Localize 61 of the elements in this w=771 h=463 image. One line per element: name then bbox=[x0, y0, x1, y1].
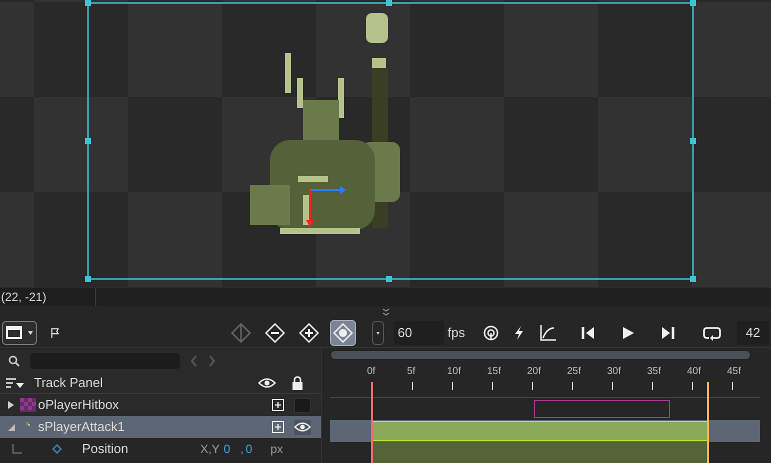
add-box-icon bbox=[272, 421, 284, 433]
unit-label: px bbox=[270, 441, 283, 458]
end-marker-line[interactable] bbox=[707, 382, 709, 463]
view-mode-button[interactable] bbox=[2, 320, 37, 344]
add-box-icon bbox=[272, 399, 284, 411]
tree-connector-icon bbox=[12, 444, 22, 454]
y-value[interactable]: 0 bbox=[246, 440, 252, 458]
fps-field[interactable]: 60 bbox=[394, 320, 444, 344]
skip-end-icon[interactable] bbox=[661, 326, 675, 340]
add-keyframe-icon bbox=[298, 322, 320, 344]
property-name: Position bbox=[82, 440, 128, 458]
eye-icon bbox=[294, 421, 311, 433]
track-name: oPlayerHitbox bbox=[38, 396, 119, 414]
eye-icon bbox=[258, 376, 276, 388]
ruler-label: 35f bbox=[647, 365, 661, 379]
value-separator: , bbox=[240, 441, 244, 458]
ruler-label: 25f bbox=[567, 365, 581, 379]
ruler-label: 10f bbox=[447, 365, 461, 379]
sort-icon[interactable] bbox=[6, 376, 24, 388]
sprite-thumbnail-icon bbox=[26, 422, 30, 426]
ruler-label: 5f bbox=[407, 365, 416, 379]
record-keyframe-button[interactable] bbox=[330, 320, 356, 346]
transform-gizmo-icon[interactable] bbox=[306, 186, 346, 227]
record-keyframe-icon bbox=[332, 322, 354, 344]
skip-start-icon[interactable] bbox=[581, 326, 595, 340]
x-value[interactable]: 0 bbox=[224, 440, 230, 458]
ruler-label: 0f bbox=[367, 365, 376, 379]
caret-icon bbox=[28, 330, 33, 334]
ruler-label: 40f bbox=[687, 365, 701, 379]
remove-keyframe-icon bbox=[264, 322, 286, 344]
visibility-toggle[interactable] bbox=[294, 398, 311, 412]
frame-count-field[interactable]: 42 bbox=[737, 320, 769, 344]
axes-label: X,Y bbox=[200, 441, 220, 458]
timeline-scrollbar[interactable] bbox=[330, 350, 751, 360]
fps-label: fps bbox=[448, 324, 465, 342]
checker-swatch-icon bbox=[20, 398, 36, 412]
expand-triangle-icon[interactable] bbox=[6, 400, 16, 410]
visibility-toggle[interactable] bbox=[294, 420, 311, 434]
curve-icon[interactable] bbox=[539, 324, 557, 342]
ruler-label: 15f bbox=[487, 365, 501, 379]
selection-frame[interactable] bbox=[85, 0, 696, 282]
sprite-clip[interactable] bbox=[372, 421, 708, 441]
ruler-label: 45f bbox=[727, 365, 741, 379]
track-name: sPlayerAttack1 bbox=[38, 418, 125, 436]
ruler-label: 30f bbox=[607, 365, 621, 379]
search-icon bbox=[8, 355, 20, 367]
broadcast-icon[interactable] bbox=[483, 324, 499, 340]
split-keyframe-icon bbox=[230, 322, 252, 344]
clip-outline[interactable] bbox=[534, 400, 670, 418]
diamond-icon bbox=[52, 444, 62, 454]
ruler-label: 20f bbox=[527, 365, 541, 379]
lock-icon[interactable] bbox=[292, 376, 303, 390]
track-row[interactable]: oPlayerHitbox bbox=[0, 394, 321, 416]
track-row[interactable]: sPlayerAttack1 bbox=[0, 416, 321, 438]
play-icon[interactable] bbox=[621, 326, 635, 340]
track-panel-title: Track Panel bbox=[34, 374, 103, 392]
cursor-coordinates: (22, -21) bbox=[0, 289, 48, 306]
loop-icon[interactable] bbox=[703, 324, 721, 340]
lightning-icon[interactable] bbox=[513, 324, 525, 340]
collapse-chevron-icon[interactable] bbox=[380, 308, 390, 316]
property-clip[interactable] bbox=[372, 442, 708, 463]
